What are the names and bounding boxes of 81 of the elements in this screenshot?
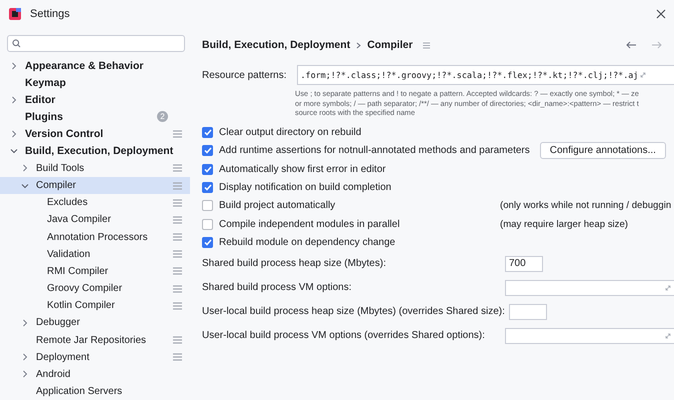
sidebar-item-label: Java Compiler: [47, 214, 112, 226]
sidebar-item-label: Plugins: [25, 110, 64, 123]
sidebar-item[interactable]: Android: [0, 366, 190, 383]
checkbox[interactable]: [202, 236, 213, 248]
settings-stack-icon: [422, 42, 430, 48]
breadcrumb-item: Build, Execution, Deployment: [202, 39, 350, 51]
checkbox-label: Add runtime assertions for notnull-annotated methods and parameters: [219, 145, 530, 156]
field-label: Shared build process heap size (Mbytes):: [202, 258, 387, 270]
sidebar-item-label: Excludes: [47, 197, 89, 208]
back-arrow-icon[interactable]: [626, 41, 637, 49]
sidebar-item[interactable]: Compiler: [0, 177, 190, 194]
sidebar-item[interactable]: Excludes: [0, 194, 190, 212]
sidebar-item[interactable]: Debugger: [0, 314, 190, 332]
checkbox-label: Display notification on build completion: [219, 182, 392, 194]
input-field[interactable]: 700: [505, 256, 543, 272]
resource-patterns-field[interactable]: .form;!?*.class;!?*.groovy;!?*.scala;!?*.flex;!?*.kt;!?*.clj;!?*.aj: [296, 65, 674, 85]
checkbox[interactable]: [202, 145, 213, 156]
sidebar-item-label: Build, Execution, Deployment: [25, 145, 174, 158]
checkbox-label: Automatically show first error in editor: [219, 164, 386, 175]
checkbox[interactable]: [202, 164, 213, 175]
input-field[interactable]: [508, 304, 547, 320]
checkbox-label: Compile independent modules in parallel: [219, 218, 400, 230]
sidebar-item-label: RMI Compiler: [47, 266, 110, 277]
sidebar-item-label: Editor: [25, 94, 56, 106]
sidebar-item[interactable]: Annotation Processors: [0, 228, 190, 246]
sidebar-item-label: Debugger: [36, 317, 81, 328]
option-note: (may require larger heap size): [500, 218, 628, 230]
field-label: Shared build process VM options:: [202, 282, 353, 294]
sidebar-item[interactable]: Application Servers: [0, 382, 190, 400]
sidebar-item-label: Android: [36, 368, 72, 380]
checkbox-label: Clear output directory on rebuild: [219, 127, 362, 138]
input-field[interactable]: [505, 280, 674, 296]
field-label: User-local build process heap size (Mbytes) (overrides Shared size):: [202, 306, 505, 318]
search-icon: [12, 38, 22, 48]
field-label: User-local build process VM options (overrides Shared options):: [202, 330, 486, 342]
sidebar-item[interactable]: Build Tools: [0, 160, 190, 178]
sidebar-item-label: Validation: [47, 248, 92, 260]
sidebar-item[interactable]: RMI Compiler: [0, 262, 190, 280]
checkbox-label: Rebuild module on dependency change: [219, 236, 396, 248]
sidebar-item-label: Remote Jar Repositories: [36, 334, 148, 346]
sidebar-item[interactable]: Java Compiler: [0, 211, 190, 228]
sidebar-item[interactable]: Appearance & Behavior: [0, 56, 190, 74]
configure-annotations-button[interactable]: Configure annotations...: [540, 142, 666, 160]
expand-icon: [665, 332, 671, 339]
sidebar-item[interactable]: Version Control: [0, 126, 190, 143]
window-title: Settings: [30, 8, 71, 20]
sidebar-item[interactable]: Remote Jar Repositories: [0, 331, 190, 349]
app-logo-icon: [8, 7, 22, 21]
sidebar-item[interactable]: Validation: [0, 246, 190, 263]
sidebar-item[interactable]: Deployment: [0, 348, 190, 366]
sidebar-item-label: Annotation Processors: [47, 232, 149, 243]
field-label: Resource patterns:: [202, 70, 286, 80]
checkbox-label: Build project automatically: [219, 200, 336, 212]
checkbox[interactable]: [202, 200, 213, 212]
close-icon[interactable]: [656, 9, 666, 19]
checkbox[interactable]: [202, 127, 213, 138]
expand-icon: [665, 284, 671, 291]
sidebar-item-label: Version Control: [25, 128, 104, 140]
sidebar-item-label: Appearance & Behavior: [25, 60, 144, 72]
sidebar-item[interactable]: Keymap: [0, 74, 190, 92]
checkbox[interactable]: [202, 182, 213, 194]
sidebar-item[interactable]: Build, Execution, Deployment: [0, 142, 190, 160]
sidebar-item-label: Compiler: [36, 180, 78, 192]
sidebar-item-label: Deployment: [36, 352, 90, 363]
sidebar-item[interactable]: Plugins 2: [0, 108, 190, 126]
search-field[interactable]: [7, 35, 185, 52]
breadcrumb-item: Compiler: [367, 39, 413, 51]
sidebar-item[interactable]: Editor: [0, 91, 190, 108]
sidebar-item[interactable]: Groovy Compiler: [0, 280, 190, 298]
chevron-right-icon: [356, 42, 362, 48]
sidebar-item-label: Keymap: [25, 76, 67, 89]
sidebar-item-label: Application Servers: [36, 386, 124, 397]
checkbox[interactable]: [202, 218, 213, 230]
input-field[interactable]: [505, 328, 674, 344]
sidebar-item-label: Groovy Compiler: [47, 283, 124, 294]
sidebar-item-label: Kotlin Compiler: [47, 300, 116, 312]
count-badge: 2: [157, 111, 168, 122]
option-note: (only works while not running / debuggin: [500, 200, 672, 212]
sidebar-item[interactable]: Kotlin Compiler: [0, 297, 190, 314]
expand-icon: [640, 72, 646, 78]
sidebar-item-label: Build Tools: [36, 162, 86, 174]
